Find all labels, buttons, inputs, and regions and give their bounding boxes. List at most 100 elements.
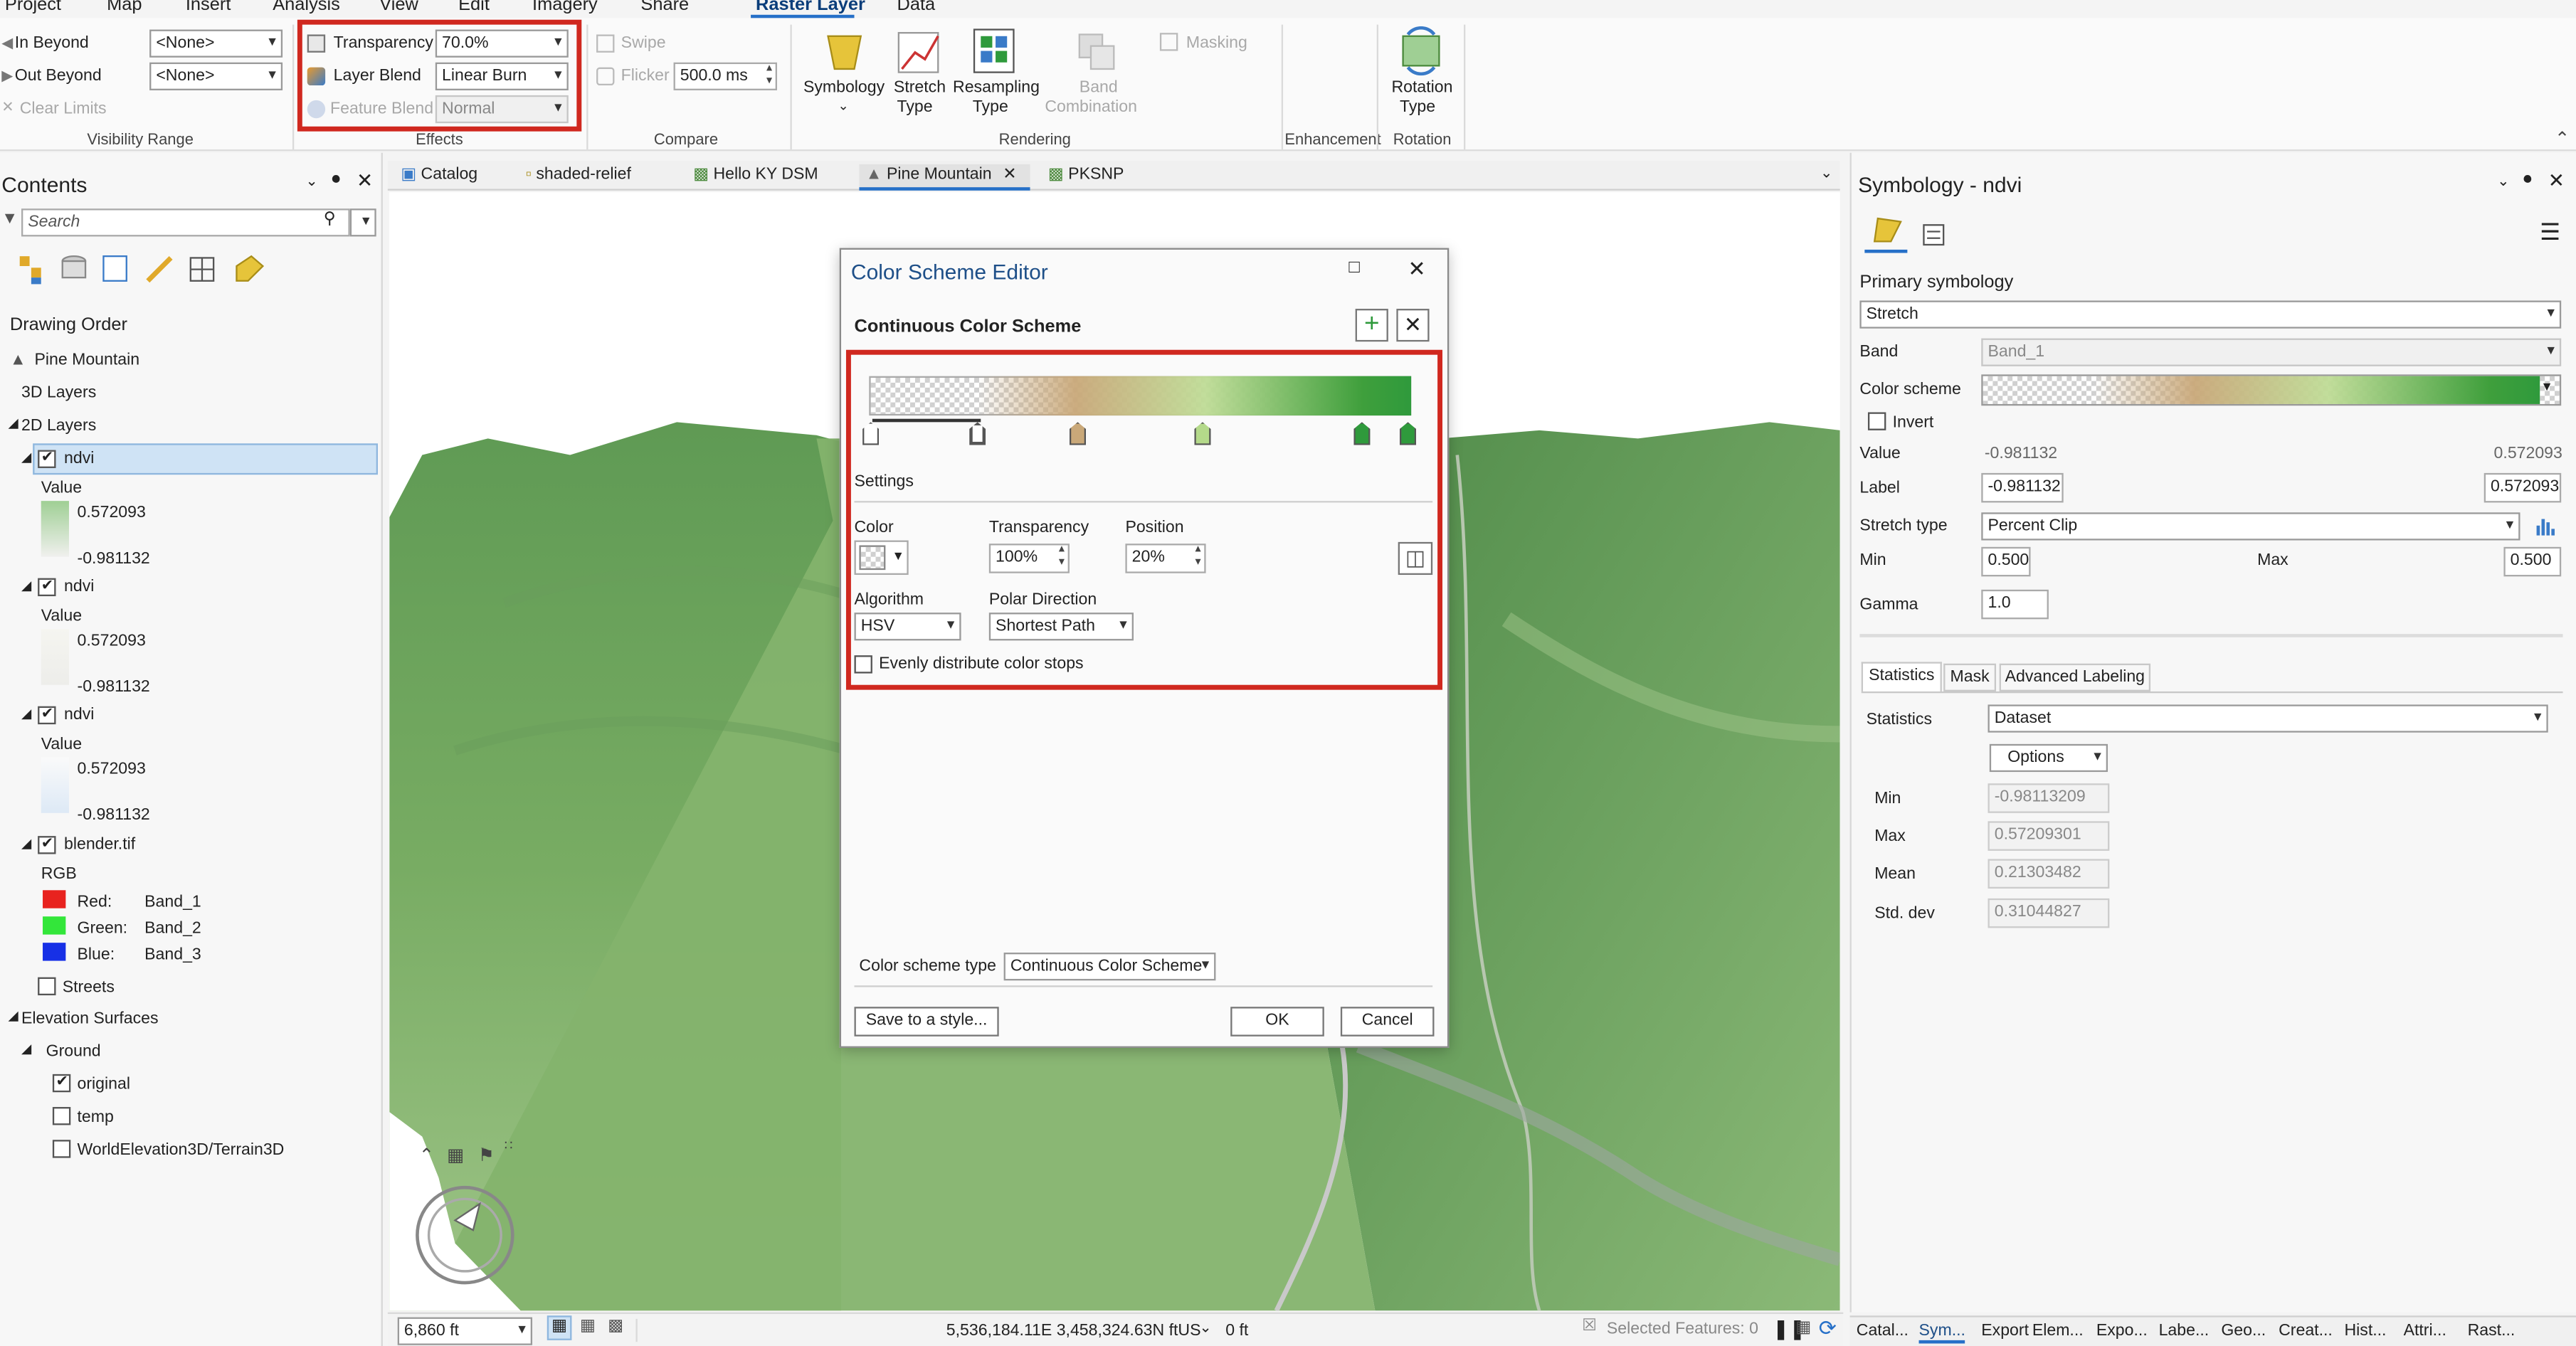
menu-data[interactable]: Data	[897, 0, 936, 15]
filter-icon[interactable]: ▼	[1, 211, 18, 228]
masking-button[interactable]: Masking	[1186, 34, 1247, 52]
renderer-dropdown[interactable]: Stretch	[1859, 300, 2562, 329]
clear-limits-button[interactable]: Clear Limits	[20, 100, 107, 118]
grid-icon[interactable]: ▦	[1795, 1319, 1811, 1337]
surface-visibility-checkbox[interactable]	[52, 1107, 71, 1125]
band-combination-label-1[interactable]: Band	[1080, 79, 1118, 97]
collapse-icon[interactable]: ◢	[21, 706, 31, 721]
flip-scheme-button[interactable]: ◫	[1398, 541, 1433, 576]
in-beyond-dropdown[interactable]: <None>	[149, 29, 283, 58]
rotation-type-label-2[interactable]: Type	[1400, 99, 1435, 117]
pane-tab-create[interactable]: Creat...	[2279, 1322, 2333, 1340]
layer-name[interactable]: ndvi	[64, 578, 94, 596]
splitter[interactable]	[1859, 634, 2563, 637]
max-input[interactable]: 0.500	[2503, 546, 2562, 577]
collapse-icon[interactable]: ◢	[21, 450, 31, 465]
pane-tab-element[interactable]: Elem...	[2032, 1322, 2084, 1340]
pane-tab-symbology[interactable]: Sym...	[1918, 1322, 1965, 1344]
cancel-button[interactable]: Cancel	[1340, 1007, 1435, 1037]
surface-temp[interactable]: temp	[78, 1108, 114, 1126]
pane-tab-geoprocessing[interactable]: Geo...	[2221, 1322, 2266, 1340]
menu-project[interactable]: Project	[5, 0, 61, 15]
collapse-icon[interactable]: ◢	[21, 836, 31, 851]
polar-direction-dropdown[interactable]: Shortest Path	[988, 613, 1134, 641]
pane-tab-raster[interactable]: Rast...	[2468, 1322, 2516, 1340]
menu-insert[interactable]: Insert	[186, 0, 231, 15]
menu-icon[interactable]: ☰	[2540, 218, 2560, 246]
histogram-icon[interactable]	[2533, 512, 2560, 539]
collapse-ribbon-icon[interactable]: ⌃	[2555, 128, 2570, 149]
table-icon[interactable]: ▦	[580, 1318, 596, 1335]
navigator-collapse-icon[interactable]: ⌃	[419, 1145, 434, 1166]
tab-pksnp[interactable]: ▩ PKSNP	[1042, 164, 1131, 191]
invert-checkbox[interactable]	[1867, 412, 1886, 430]
menu-analysis[interactable]: Analysis	[273, 0, 340, 15]
tab-catalog[interactable]: ▣ Catalog	[394, 164, 484, 191]
surface-original[interactable]: original	[78, 1076, 130, 1093]
layer-visibility-checkbox[interactable]	[38, 834, 56, 854]
pane-tab-export-2[interactable]: Expo...	[2096, 1322, 2148, 1340]
out-beyond-dropdown[interactable]: <None>	[149, 62, 283, 90]
menu-imagery[interactable]: Imagery	[532, 0, 598, 15]
band-combination-label-2[interactable]: Combination	[1045, 99, 1137, 117]
stop-transparency-input[interactable]: 100%	[988, 544, 1070, 573]
full-extent-icon[interactable]: ▦	[447, 1145, 464, 1166]
search-options-dropdown[interactable]	[349, 208, 376, 237]
resampling-type-label-1[interactable]: Resampling	[953, 79, 1040, 97]
evenly-distribute-checkbox[interactable]	[854, 655, 872, 674]
remove-color-stop-button[interactable]: ✕	[1396, 309, 1430, 342]
label-max-input[interactable]: 0.572093	[2483, 472, 2562, 503]
add-color-stop-button[interactable]: +	[1355, 309, 1388, 342]
band-dropdown[interactable]: Band_1	[1981, 338, 2562, 366]
rotation-type-label-1[interactable]: Rotation	[1391, 79, 1452, 97]
pin-icon[interactable]: ⏺	[332, 171, 340, 189]
surface-world-elevation[interactable]: WorldElevation3D/Terrain3D	[78, 1142, 285, 1160]
layer-name[interactable]: ndvi	[64, 450, 94, 468]
options-button[interactable]: Options	[1989, 743, 2108, 773]
walk-mode-icon[interactable]: ⚑	[478, 1145, 495, 1166]
menu-view[interactable]: View	[379, 0, 418, 15]
chevron-down-icon[interactable]: ⌄	[1199, 1319, 1211, 1337]
layer-name[interactable]: ndvi	[64, 706, 94, 724]
chevron-down-icon[interactable]: ▾	[2543, 378, 2550, 396]
pane-tab-labeling[interactable]: Labe...	[2159, 1322, 2210, 1340]
pane-tab-history[interactable]: Hist...	[2344, 1322, 2386, 1340]
resampling-type-label-2[interactable]: Type	[973, 99, 1008, 117]
ok-button[interactable]: OK	[1230, 1007, 1324, 1037]
maximize-icon[interactable]: □	[1348, 258, 1359, 277]
algorithm-dropdown[interactable]: HSV	[854, 613, 961, 641]
tab-shaded-relief[interactable]: ▫ shaded-relief	[519, 164, 638, 191]
pane-tab-export[interactable]: Export	[1981, 1322, 2029, 1340]
close-icon[interactable]: ✕	[357, 169, 373, 192]
menu-raster-layer[interactable]: Raster Layer	[756, 0, 865, 15]
scale-dropdown[interactable]: 6,860 ft	[397, 1317, 533, 1345]
symbology-button[interactable]: Symbology	[803, 79, 885, 97]
surface-visibility-checkbox[interactable]	[52, 1140, 71, 1158]
statistics-dropdown[interactable]: Dataset	[1988, 704, 2548, 733]
chevron-down-icon[interactable]: ⌄	[305, 172, 317, 190]
tab-mask[interactable]: Mask	[1943, 663, 1997, 691]
tab-hello-ky-dsm[interactable]: ▩ Hello KY DSM	[687, 164, 825, 191]
search-icon[interactable]: ⚲	[324, 211, 336, 228]
layer-visibility-checkbox[interactable]	[38, 977, 56, 996]
gamma-input[interactable]: 1.0	[1981, 589, 2049, 620]
layer-visibility-checkbox[interactable]	[38, 576, 56, 597]
pane-tab-catalog[interactable]: Catal...	[1857, 1322, 1909, 1340]
tab-statistics[interactable]: Statistics	[1861, 662, 1942, 691]
layer-name-streets[interactable]: Streets	[63, 979, 115, 997]
layer-visibility-checkbox[interactable]	[38, 704, 56, 725]
more-icon[interactable]: ∷	[505, 1138, 513, 1153]
grid-icon[interactable]: ▦	[547, 1315, 572, 1340]
vary-symbology-icon[interactable]	[1914, 212, 1951, 248]
stop-position-input[interactable]: 20%	[1125, 544, 1206, 573]
collapse-icon[interactable]: ◢	[9, 415, 19, 430]
flicker-interval-input[interactable]: 500.0 ms	[673, 62, 778, 90]
stretch-type-label-1[interactable]: Stretch	[894, 79, 946, 97]
collapse-icon[interactable]: ◢	[21, 1042, 31, 1056]
close-icon[interactable]: ✕	[1408, 256, 1426, 282]
color-picker-button[interactable]: ▾	[854, 540, 909, 576]
tab-advanced-labeling[interactable]: Advanced Labeling	[1999, 663, 2151, 691]
pin-icon[interactable]: ⏺	[2523, 171, 2532, 189]
feature-blend-dropdown[interactable]: Normal	[435, 95, 569, 124]
collapse-icon[interactable]: ◢	[21, 578, 31, 593]
